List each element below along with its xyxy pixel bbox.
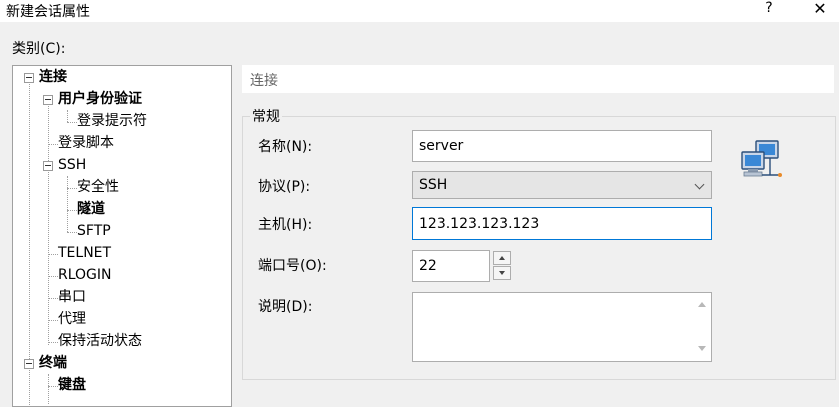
tree-line [48, 254, 58, 255]
arrow-down-icon [499, 271, 505, 275]
tree-item-keepalive[interactable]: 保持活动状态 [58, 330, 142, 352]
name-label: 名称(N): [258, 139, 313, 155]
tree-line [67, 176, 68, 232]
close-button[interactable]: ✕ [806, 0, 834, 18]
tree-line [29, 77, 30, 406]
collapse-toggle-icon[interactable] [24, 359, 34, 369]
tree-line [48, 320, 58, 321]
help-button[interactable]: ? [760, 0, 778, 16]
description-scrollbar[interactable] [693, 294, 710, 359]
port-field[interactable] [412, 250, 490, 282]
tree-item-serial[interactable]: 串口 [58, 286, 86, 308]
tree-line [48, 276, 58, 277]
port-label: 端口号(O): [258, 258, 327, 274]
name-field[interactable] [412, 130, 712, 162]
tree-line [48, 386, 58, 387]
tree-item-login-script[interactable]: 登录脚本 [58, 132, 114, 154]
tree-line [48, 298, 58, 299]
category-label: 类别(C): [12, 41, 66, 57]
window-title: 新建会话属性 [6, 4, 90, 20]
tree-item-user-auth[interactable]: 用户身份验证 [58, 88, 142, 110]
section-title: 连接 [250, 73, 278, 89]
tree-line [48, 99, 49, 345]
description-field[interactable] [412, 292, 712, 362]
description-label: 说明(D): [258, 299, 313, 315]
tree-line [67, 210, 77, 211]
chevron-down-icon [694, 179, 705, 190]
title-bar: 新建会话属性 ? ✕ [0, 0, 839, 22]
tree-item-login-prompt[interactable]: 登录提示符 [77, 110, 147, 132]
tree-line [67, 188, 77, 189]
tree-line [67, 110, 68, 122]
tree-item-tunnel[interactable]: 隧道 [77, 198, 105, 220]
tree-item-telnet[interactable]: TELNET [58, 242, 111, 264]
collapse-toggle-icon[interactable] [43, 95, 53, 105]
collapse-toggle-icon[interactable] [24, 73, 34, 83]
tree-item-keyboard[interactable]: 键盘 [58, 374, 86, 396]
port-decrement-button[interactable] [493, 266, 511, 280]
protocol-select[interactable]: SSH [412, 171, 712, 199]
arrow-up-icon [499, 256, 505, 260]
scroll-up-icon [698, 302, 706, 307]
tree-line [48, 144, 58, 145]
scroll-down-icon [698, 346, 706, 351]
tree-item-connection[interactable]: 连接 [39, 66, 67, 88]
tree-line [48, 374, 49, 404]
tree-item-rlogin[interactable]: RLOGIN [58, 264, 112, 286]
general-group-title: 常规 [250, 106, 282, 126]
port-increment-button[interactable] [493, 251, 511, 265]
collapse-toggle-icon[interactable] [43, 161, 53, 171]
tree-item-proxy[interactable]: 代理 [58, 308, 86, 330]
category-tree[interactable]: 连接 用户身份验证 登录提示符 登录脚本 SSH 安全性 隧道 SFTP TEL… [12, 65, 232, 407]
network-computers-icon [741, 140, 782, 177]
section-header: 连接 [242, 65, 834, 93]
protocol-label: 协议(P): [258, 179, 311, 195]
tree-item-security[interactable]: 安全性 [77, 176, 119, 198]
tree-line [67, 232, 77, 233]
host-field[interactable] [412, 207, 712, 240]
tree-line [67, 122, 77, 123]
tree-item-sftp[interactable]: SFTP [77, 220, 111, 242]
protocol-value: SSH [419, 177, 448, 193]
host-label: 主机(H): [258, 217, 313, 233]
tree-item-ssh[interactable]: SSH [58, 154, 86, 176]
tree-item-terminal[interactable]: 终端 [39, 352, 67, 374]
tree-line [48, 342, 58, 343]
